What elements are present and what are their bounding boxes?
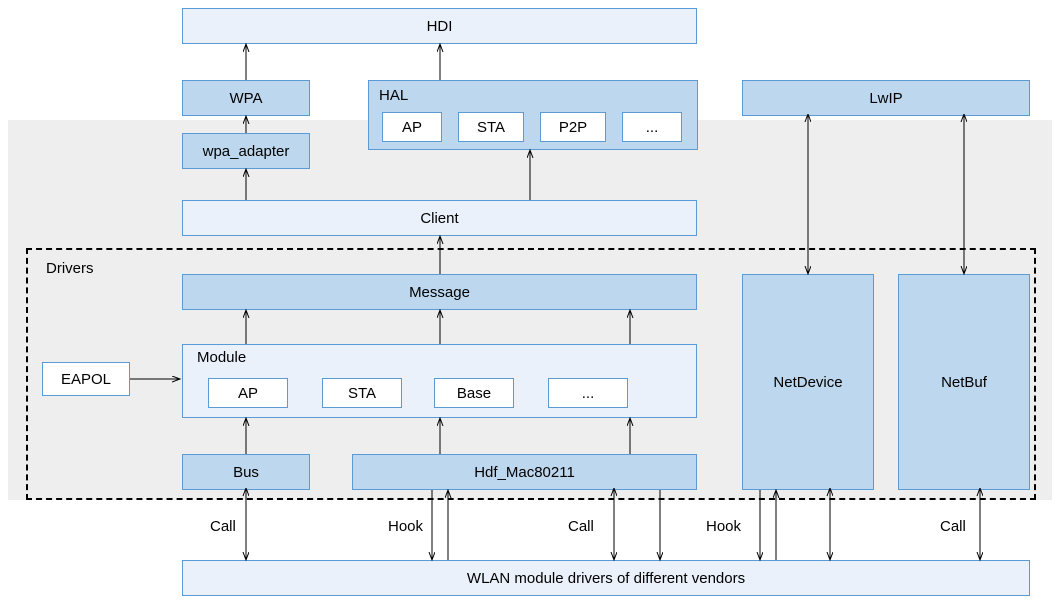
eapol-label: EAPOL xyxy=(61,371,111,388)
edge-call2: Call xyxy=(568,518,594,535)
module-sta: STA xyxy=(322,378,402,408)
netdevice-box: NetDevice xyxy=(742,274,874,490)
module-more-label: ... xyxy=(582,385,595,402)
hal-p2p: P2P xyxy=(540,112,606,142)
hdfmac-label: Hdf_Mac80211 xyxy=(474,464,575,481)
lwip-label: LwIP xyxy=(869,90,902,107)
module-ap: AP xyxy=(208,378,288,408)
module-base: Base xyxy=(434,378,514,408)
hal-sta-label: STA xyxy=(477,119,505,136)
edge-hook2: Hook xyxy=(706,518,741,535)
netbuf-label: NetBuf xyxy=(941,374,987,391)
message-box: Message xyxy=(182,274,697,310)
module-ap-label: AP xyxy=(238,385,258,402)
bus-box: Bus xyxy=(182,454,310,490)
hdi-label: HDI xyxy=(427,18,453,35)
wpa-adapter-box: wpa_adapter xyxy=(182,133,310,169)
drivers-label: Drivers xyxy=(46,260,94,277)
hal-p2p-label: P2P xyxy=(559,119,587,136)
vendors-label: WLAN module drivers of different vendors xyxy=(467,570,745,587)
netbuf-box: NetBuf xyxy=(898,274,1030,490)
hal-ap: AP xyxy=(382,112,442,142)
module-more: ... xyxy=(548,378,628,408)
lwip-box: LwIP xyxy=(742,80,1030,116)
hal-sta: STA xyxy=(458,112,524,142)
hdi-box: HDI xyxy=(182,8,697,44)
hdfmac-box: Hdf_Mac80211 xyxy=(352,454,697,490)
edge-hook1: Hook xyxy=(388,518,423,535)
module-title: Module xyxy=(197,349,246,366)
module-sta-label: STA xyxy=(348,385,376,402)
eapol-box: EAPOL xyxy=(42,362,130,396)
module-base-label: Base xyxy=(457,385,491,402)
edge-call3: Call xyxy=(940,518,966,535)
hal-more: ... xyxy=(622,112,682,142)
message-label: Message xyxy=(409,284,470,301)
client-label: Client xyxy=(420,210,458,227)
wpa-adapter-label: wpa_adapter xyxy=(203,143,290,160)
client-box: Client xyxy=(182,200,697,236)
hal-more-label: ... xyxy=(646,119,659,136)
edge-call1: Call xyxy=(210,518,236,535)
netdevice-label: NetDevice xyxy=(773,374,842,391)
wpa-box: WPA xyxy=(182,80,310,116)
bus-label: Bus xyxy=(233,464,259,481)
hal-title: HAL xyxy=(379,85,408,108)
hal-ap-label: AP xyxy=(402,119,422,136)
wpa-label: WPA xyxy=(229,90,262,107)
vendors-box: WLAN module drivers of different vendors xyxy=(182,560,1030,596)
